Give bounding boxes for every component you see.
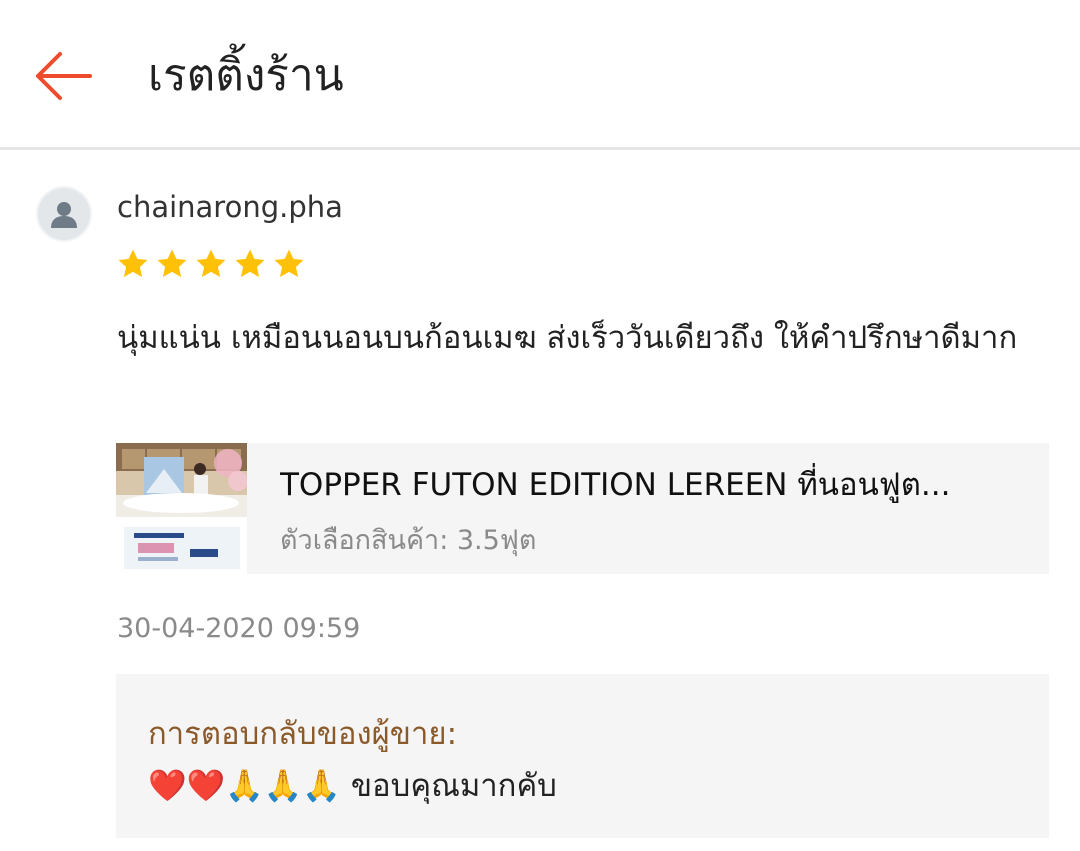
review-text: นุ่มแน่น เหมือนนอนบนก้อนเมฆ ส่งเร็ววันเด… xyxy=(117,320,1018,356)
product-card[interactable]: TOPPER FUTON EDITION LEREEN ที่นอนฟูต...… xyxy=(116,443,1049,574)
star-icon xyxy=(235,249,265,278)
seller-reply-text: ❤️❤️🙏🙏🙏 ขอบคุณมากคับ xyxy=(148,768,557,804)
reviewer-username[interactable]: chainarong.pha xyxy=(117,187,343,227)
product-variant: ตัวเลือกสินค้า: 3.5ฟุต xyxy=(280,525,537,556)
star-icon xyxy=(196,249,226,278)
arrow-left-icon xyxy=(36,52,92,100)
star-icon xyxy=(157,249,187,278)
product-thumbnail xyxy=(116,443,247,574)
page-title: เรตติ้งร้าน xyxy=(148,50,344,101)
user-avatar-icon[interactable] xyxy=(36,186,92,242)
review-item: chainarong.pha นุ่มแน่น เหมือนนอนบนก้อนเ… xyxy=(0,153,1080,851)
product-name: TOPPER FUTON EDITION LEREEN ที่นอนฟูต... xyxy=(280,467,951,503)
seller-reply-box: การตอบกลับของผู้ขาย: ❤️❤️🙏🙏🙏 ขอบคุณมากคั… xyxy=(116,674,1049,838)
app-header: เรตติ้งร้าน xyxy=(0,0,1080,150)
star-icon xyxy=(118,249,148,278)
back-button[interactable] xyxy=(28,44,100,108)
review-timestamp: 30-04-2020 09:59 xyxy=(117,613,361,644)
star-rating xyxy=(116,247,306,281)
seller-reply-label: การตอบกลับของผู้ขาย: xyxy=(148,716,458,752)
person-icon xyxy=(51,202,77,228)
star-icon xyxy=(274,249,304,278)
